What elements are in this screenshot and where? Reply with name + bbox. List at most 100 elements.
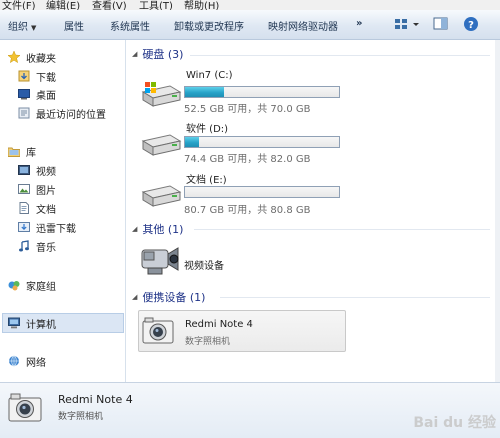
nav-xunlei-label: 迅雷下载	[36, 223, 76, 235]
group-other[interactable]: ◢ 其他 (1)	[132, 222, 183, 236]
drive-c-name: Win7 (C:)	[186, 70, 233, 81]
group-hard-disks[interactable]: ◢ 硬盘 (3)	[132, 47, 183, 61]
dropdown-arrow-icon: ▼	[31, 24, 37, 32]
map-drive-button[interactable]: 映射网络驱动器	[268, 18, 338, 33]
windows-drive-icon	[140, 80, 182, 111]
network-icon	[8, 355, 20, 367]
drive-d-free: 74.4 GB 可用，共 82.0 GB	[184, 154, 311, 165]
details-device-type: 数字照相机	[58, 412, 104, 422]
picture-library-icon	[18, 183, 30, 195]
properties-button[interactable]: 属性	[64, 18, 84, 33]
drive-e-usage-bar	[184, 186, 340, 198]
recent-places-icon	[18, 107, 30, 119]
help-icon: ?	[464, 17, 478, 31]
drive-c-free: 52.5 GB 可用，共 70.0 GB	[184, 104, 311, 115]
document-library-icon	[18, 202, 30, 214]
details-device-name: Redmi Note 4	[58, 393, 133, 406]
downloads-icon	[18, 70, 30, 82]
nav-xunlei[interactable]: 迅雷下载	[18, 219, 76, 235]
group-divider	[194, 229, 490, 230]
menu-edit[interactable]: 编辑(E)	[46, 0, 80, 10]
xunlei-download-icon	[18, 221, 30, 233]
desktop-icon	[18, 88, 30, 100]
group-divider	[220, 297, 490, 298]
menu-help[interactable]: 帮助(H)	[184, 0, 219, 10]
digital-camera-icon	[8, 393, 44, 426]
nav-downloads-label: 下载	[36, 72, 56, 84]
nav-music-label: 音乐	[36, 242, 56, 254]
portable-device-name: Redmi Note 4	[185, 319, 253, 330]
collapse-triangle-icon: ◢	[132, 50, 138, 58]
drive-e-free: 80.7 GB 可用，共 80.8 GB	[184, 205, 311, 216]
nav-documents-label: 文档	[36, 204, 56, 216]
menu-file[interactable]: 文件(F)	[2, 0, 36, 10]
hard-drive-icon	[140, 184, 182, 211]
nav-network[interactable]: 网络	[8, 353, 46, 369]
nav-pictures-label: 图片	[36, 185, 56, 197]
homegroup-icon	[8, 279, 20, 291]
help-button[interactable]: ?	[462, 15, 480, 33]
library-icon	[7, 145, 21, 157]
watermark-text: Bai du 经验	[413, 415, 496, 431]
nav-homegroup[interactable]: 家庭组	[8, 277, 56, 293]
group-divider	[190, 55, 490, 56]
vertical-scrollbar[interactable]	[495, 40, 500, 382]
nav-recent-label: 最近访问的位置	[36, 109, 106, 121]
details-pane: Redmi Note 4 数字照相机 Bai du 经验	[0, 382, 500, 438]
nav-recent[interactable]: 最近访问的位置	[18, 105, 106, 121]
nav-downloads[interactable]: 下载	[18, 68, 56, 84]
video-camera-icon	[140, 242, 182, 281]
video-device-name: 视频设备	[184, 261, 224, 272]
preview-pane-button[interactable]	[432, 15, 450, 33]
collapse-triangle-icon: ◢	[132, 225, 138, 233]
collapse-triangle-icon: ◢	[132, 293, 138, 301]
hard-drive-icon	[140, 133, 182, 160]
nav-network-label: 网络	[26, 357, 46, 369]
drive-d-usage-bar	[184, 136, 340, 148]
view-grid-icon	[395, 19, 419, 29]
drive-c-usage-bar	[184, 86, 340, 98]
system-properties-button[interactable]: 系统属性	[110, 18, 150, 33]
nav-desktop[interactable]: 桌面	[18, 86, 56, 102]
content-pane: ◢ 硬盘 (3) Win7 (C:) 52.5 GB 可用，共 70.0 GB	[126, 40, 495, 382]
drive-e-name: 文档 (E:)	[186, 175, 227, 186]
nav-libraries[interactable]: 库	[7, 143, 36, 159]
group-portable-label: 便携设备 (1)	[142, 291, 206, 304]
nav-desktop-label: 桌面	[36, 90, 56, 102]
group-hard-disks-label: 硬盘 (3)	[142, 48, 184, 61]
nav-videos[interactable]: 视频	[18, 162, 56, 178]
portable-device-card[interactable]: Redmi Note 4 数字照相机	[138, 310, 346, 352]
menu-tools[interactable]: 工具(T)	[139, 0, 173, 10]
preview-pane-icon	[433, 17, 448, 30]
uninstall-button[interactable]: 卸载或更改程序	[174, 18, 244, 33]
nav-pictures[interactable]: 图片	[18, 181, 56, 197]
navigation-pane: 收藏夹 下载 桌面 最近访问的位置 库 视频 图片 文档 迅雷下载 音乐 家庭组	[0, 40, 126, 382]
nav-computer-label: 计算机	[26, 319, 56, 331]
drive-d-usage-fill	[185, 137, 199, 147]
nav-music[interactable]: 音乐	[18, 238, 56, 254]
drive-d-name: 软件 (D:)	[186, 124, 229, 135]
computer-icon	[8, 317, 20, 329]
star-icon	[7, 50, 21, 64]
svg-text:?: ?	[468, 20, 474, 31]
organize-label: 组织	[8, 22, 28, 33]
menu-bar: 文件(F) 编辑(E) 查看(V) 工具(T) 帮助(H)	[0, 0, 500, 10]
drive-c-usage-fill	[185, 87, 224, 97]
digital-camera-icon	[142, 317, 176, 348]
nav-homegroup-label: 家庭组	[26, 281, 56, 293]
command-toolbar: 组织 ▼ 属性 系统属性 卸载或更改程序 映射网络驱动器 » ?	[0, 10, 500, 40]
nav-favorites-label: 收藏夹	[26, 53, 56, 65]
nav-videos-label: 视频	[36, 166, 56, 178]
nav-libraries-label: 库	[26, 147, 36, 159]
organize-button[interactable]: 组织 ▼	[8, 18, 36, 33]
music-note-icon	[18, 240, 30, 252]
nav-documents[interactable]: 文档	[18, 200, 56, 216]
nav-favorites[interactable]: 收藏夹	[7, 49, 56, 65]
nav-computer[interactable]: 计算机	[8, 315, 56, 331]
menu-view[interactable]: 查看(V)	[92, 0, 127, 10]
portable-device-type: 数字照相机	[185, 337, 231, 347]
group-portable-devices[interactable]: ◢ 便携设备 (1)	[132, 290, 205, 304]
video-library-icon	[18, 164, 30, 176]
more-button[interactable]: »	[356, 18, 362, 29]
view-toggle-button[interactable]	[392, 15, 422, 33]
